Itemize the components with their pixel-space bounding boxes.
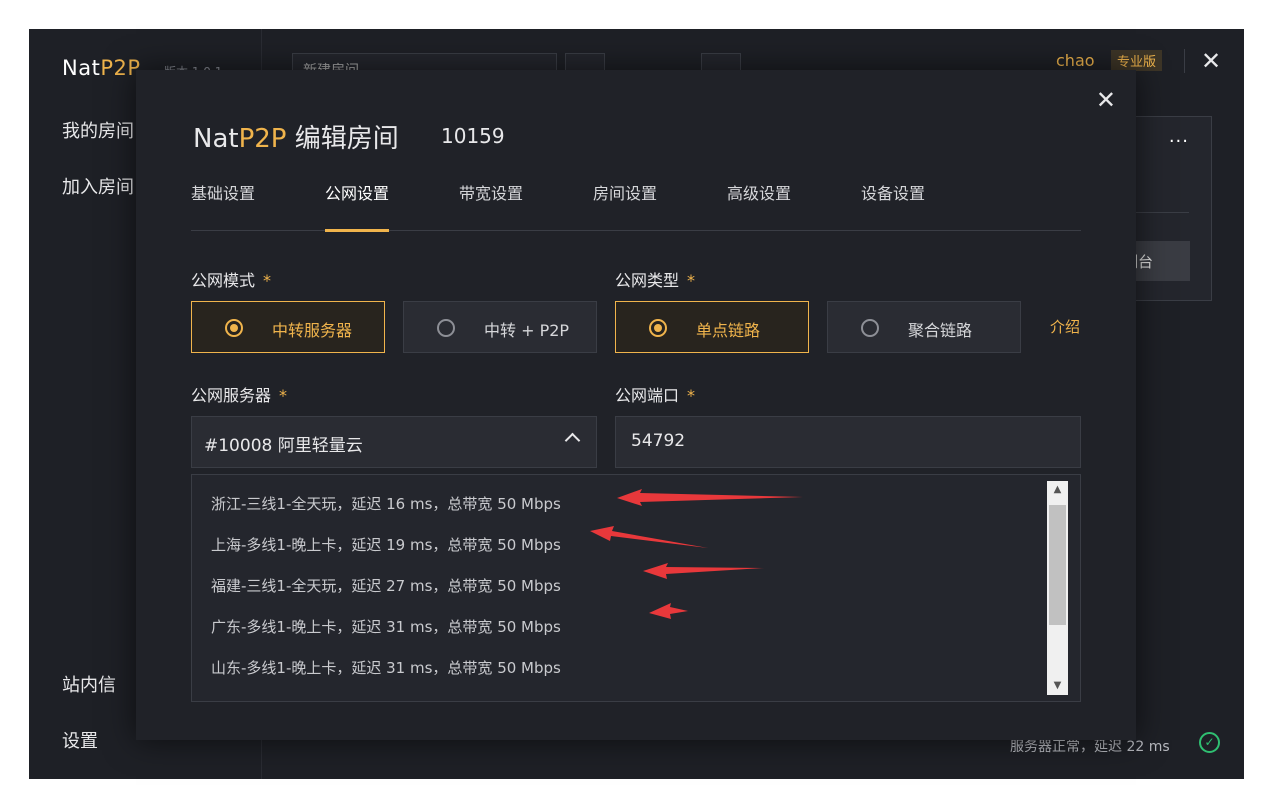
more-icon[interactable]: ··· — [1169, 131, 1189, 152]
server-option[interactable]: 山东-多线1-晚上卡，延迟 31 ms，总带宽 50 Mbps — [211, 657, 561, 678]
tab-room[interactable]: 房间设置 — [593, 178, 657, 231]
tab-device[interactable]: 设备设置 — [861, 178, 925, 231]
sidebar-item-settings[interactable]: 设置 — [62, 727, 98, 753]
user-name[interactable]: chao — [1056, 51, 1095, 70]
app-logo: NatP2P — [62, 56, 141, 80]
type-option-aggregate[interactable]: 聚合链路 — [827, 301, 1021, 353]
window-close-icon[interactable]: ✕ — [1201, 47, 1221, 75]
divider — [1184, 49, 1185, 73]
radio-checked-icon — [225, 319, 243, 337]
edit-room-dialog: ✕ NatP2P 编辑房间 10159 基础设置 公网设置 带宽设置 房间设置 … — [136, 70, 1136, 740]
radio-checked-icon — [649, 319, 667, 337]
dialog-title: NatP2P 编辑房间 — [193, 124, 399, 154]
public-type-label: 公网类型 * — [615, 271, 696, 290]
server-option[interactable]: 福建-三线1-全天玩，延迟 27 ms，总带宽 50 Mbps — [211, 575, 561, 596]
plan-badge: 专业版 — [1111, 50, 1163, 71]
close-icon[interactable]: ✕ — [1096, 86, 1116, 114]
sidebar-item-join-room[interactable]: 加入房间 — [62, 173, 134, 199]
public-server-select[interactable]: #10008 阿里轻量云 — [191, 416, 597, 468]
check-circle-icon: ✓ — [1199, 732, 1220, 753]
tab-public-network[interactable]: 公网设置 — [325, 178, 390, 232]
sidebar-item-my-rooms[interactable]: 我的房间 — [62, 117, 134, 143]
scrollbar-thumb[interactable] — [1049, 505, 1066, 625]
radio-unchecked-icon — [437, 319, 455, 337]
scrollbar[interactable]: ▲ ▼ — [1047, 481, 1068, 695]
tab-bar: 基础设置 公网设置 带宽设置 房间设置 高级设置 设备设置 — [191, 178, 1081, 232]
server-option[interactable]: 广东-多线1-晚上卡，延迟 31 ms，总带宽 50 Mbps — [211, 616, 561, 637]
type-option-single[interactable]: 单点链路 — [615, 301, 809, 353]
public-server-label: 公网服务器 * — [191, 386, 288, 405]
sidebar-item-messages[interactable]: 站内信 — [62, 671, 116, 697]
scroll-up-icon[interactable]: ▲ — [1047, 481, 1068, 499]
scroll-down-icon[interactable]: ▼ — [1047, 677, 1068, 695]
public-port-input[interactable]: 54792 — [615, 416, 1081, 468]
room-id: 10159 — [441, 124, 505, 148]
mode-option-relay[interactable]: 中转服务器 — [191, 301, 385, 353]
server-option[interactable]: 浙江-三线1-全天玩，延迟 16 ms，总带宽 50 Mbps — [211, 493, 561, 514]
tab-advanced[interactable]: 高级设置 — [727, 178, 791, 231]
intro-link[interactable]: 介绍 — [1050, 316, 1080, 337]
tab-basic[interactable]: 基础设置 — [191, 178, 255, 231]
public-port-label: 公网端口 * — [615, 386, 696, 405]
radio-unchecked-icon — [861, 319, 879, 337]
server-option[interactable]: 上海-多线1-晚上卡，延迟 19 ms，总带宽 50 Mbps — [211, 534, 561, 555]
public-mode-label: 公网模式 * — [191, 271, 272, 290]
mode-option-relay-p2p[interactable]: 中转 + P2P — [403, 301, 597, 353]
chevron-up-icon — [564, 432, 581, 449]
server-dropdown-list: 浙江-三线1-全天玩，延迟 16 ms，总带宽 50 Mbps 上海-多线1-晚… — [191, 474, 1081, 702]
tab-bandwidth[interactable]: 带宽设置 — [459, 178, 523, 231]
